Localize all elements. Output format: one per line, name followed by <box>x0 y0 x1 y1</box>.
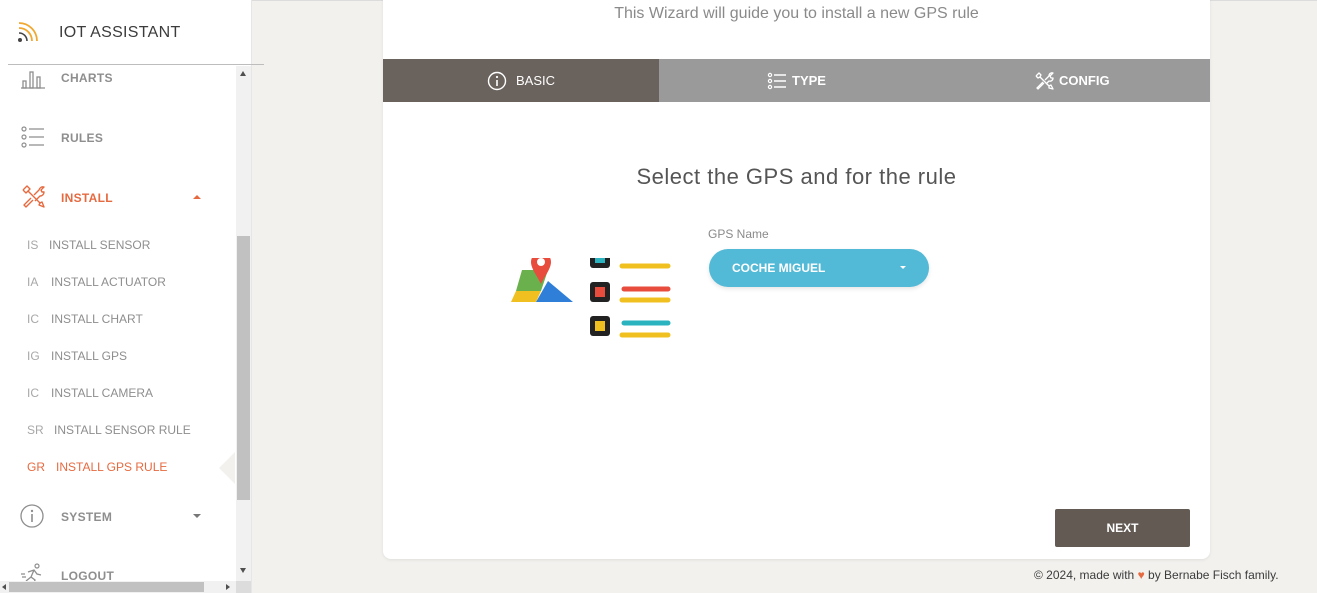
gps-name-select[interactable]: COCHE MIGUEL <box>709 249 929 287</box>
sidebar-item-label: SYSTEM <box>61 510 113 524</box>
footer-prefix: © 2024, made with <box>1034 568 1135 582</box>
sidebar-item-label: RULES <box>61 131 104 145</box>
heart-icon: ♥ <box>1137 568 1145 582</box>
subitem-label: INSTALL ACTUATOR <box>51 275 166 289</box>
scrollbar-corner <box>236 581 251 593</box>
tab-label: BASIC <box>516 73 556 88</box>
subitem-abbr: IS <box>27 238 39 252</box>
wizard-subtitle: This Wizard will guide you to install a … <box>614 5 979 22</box>
brand-divider <box>8 64 264 65</box>
chevron-down-icon <box>900 266 906 269</box>
tab-label: CONFIG <box>1059 73 1110 88</box>
subitem-label: INSTALL SENSOR RULE <box>54 423 191 437</box>
tools-icon <box>1035 72 1054 90</box>
sidebar-item-charts[interactable]: CHARTS <box>0 66 235 98</box>
sidebar-subitem-install-gps-rule[interactable]: GR INSTALL GPS RULE <box>0 454 235 478</box>
sidebar-item-install[interactable]: INSTALL <box>0 178 235 218</box>
scroll-right-arrow-icon[interactable] <box>226 584 230 590</box>
subitem-label: INSTALL CAMERA <box>51 386 154 400</box>
info-icon <box>487 71 507 91</box>
signal-logo-icon <box>18 22 38 42</box>
sidebar-item-label: INSTALL <box>61 191 113 205</box>
brand[interactable]: IOT ASSISTANT <box>0 0 251 64</box>
wizard-card: This Wizard will guide you to install a … <box>383 0 1210 559</box>
subitem-abbr: GR <box>27 460 45 474</box>
tab-type[interactable]: TYPE <box>659 59 934 102</box>
sidebar-subitem-install-chart[interactable]: IC INSTALL CHART <box>0 306 235 330</box>
tab-basic[interactable]: BASIC <box>383 59 659 102</box>
subitem-abbr: SR <box>27 423 44 437</box>
gps-name-value: COCHE MIGUEL <box>732 261 826 275</box>
next-button[interactable]: NEXT <box>1055 509 1190 547</box>
footer-suffix: by Bernabe Fisch family. <box>1148 568 1279 582</box>
sidebar-horizontal-scrollbar[interactable] <box>0 581 236 593</box>
subitem-label: INSTALL GPS RULE <box>56 460 168 474</box>
list-icon <box>21 126 44 148</box>
subitem-abbr: IC <box>27 386 39 400</box>
sidebar-item-label: CHARTS <box>61 71 113 85</box>
sidebar-vertical-scrollbar[interactable] <box>236 66 251 581</box>
sidebar-subitem-install-sensor-rule[interactable]: SR INSTALL SENSOR RULE <box>0 417 235 441</box>
sidebar-item-system[interactable]: SYSTEM <box>0 497 235 537</box>
subitem-abbr: IG <box>27 349 40 363</box>
tab-config[interactable]: CONFIG <box>934 59 1210 102</box>
step-title: Select the GPS and for the rule <box>636 164 957 189</box>
running-person-icon <box>21 563 42 581</box>
subitem-label: INSTALL GPS <box>51 349 128 363</box>
sidebar-nav: CHARTS RULES INSTALL IS INSTALL SENSOR I… <box>0 66 235 581</box>
subitem-label: INSTALL SENSOR <box>49 238 151 252</box>
chevron-up-icon <box>193 195 201 199</box>
sidebar-item-label: LOGOUT <box>61 569 115 581</box>
footer: © 2024, made with ♥ by Bernabe Fisch fam… <box>1034 568 1279 582</box>
scrollbar-thumb[interactable] <box>237 236 250 500</box>
tab-label: TYPE <box>792 73 826 88</box>
scroll-left-arrow-icon[interactable] <box>2 584 6 590</box>
subitem-label: INSTALL CHART <box>51 312 143 326</box>
sidebar-subitem-install-camera[interactable]: IC INSTALL CAMERA <box>0 380 235 404</box>
sidebar-subitem-install-sensor[interactable]: IS INSTALL SENSOR <box>0 232 235 256</box>
scrollbar-thumb[interactable] <box>9 582 204 592</box>
list-icon <box>767 72 786 90</box>
sidebar-item-rules[interactable]: RULES <box>0 118 235 158</box>
chevron-down-icon <box>193 514 201 518</box>
bar-chart-icon <box>21 71 45 89</box>
subitem-abbr: IC <box>27 312 39 326</box>
wizard-tabs: BASIC TYPE CONFIG <box>383 59 1210 102</box>
scroll-down-arrow-icon[interactable] <box>240 568 246 573</box>
map-list-illustration <box>511 258 671 338</box>
info-icon <box>20 504 44 528</box>
active-item-indicator <box>219 452 235 484</box>
subitem-abbr: IA <box>27 275 39 289</box>
gps-name-label: GPS Name <box>708 227 769 241</box>
sidebar-item-logout[interactable]: LOGOUT <box>0 556 235 581</box>
scroll-up-arrow-icon[interactable] <box>240 71 246 76</box>
sidebar: IOT ASSISTANT CHARTS RULES INSTALL IS IN… <box>0 0 264 593</box>
sidebar-subitem-install-actuator[interactable]: IA INSTALL ACTUATOR <box>0 269 235 293</box>
sidebar-subitem-install-gps[interactable]: IG INSTALL GPS <box>0 343 235 367</box>
tools-icon <box>22 185 45 208</box>
app-title: IOT ASSISTANT <box>59 24 181 41</box>
